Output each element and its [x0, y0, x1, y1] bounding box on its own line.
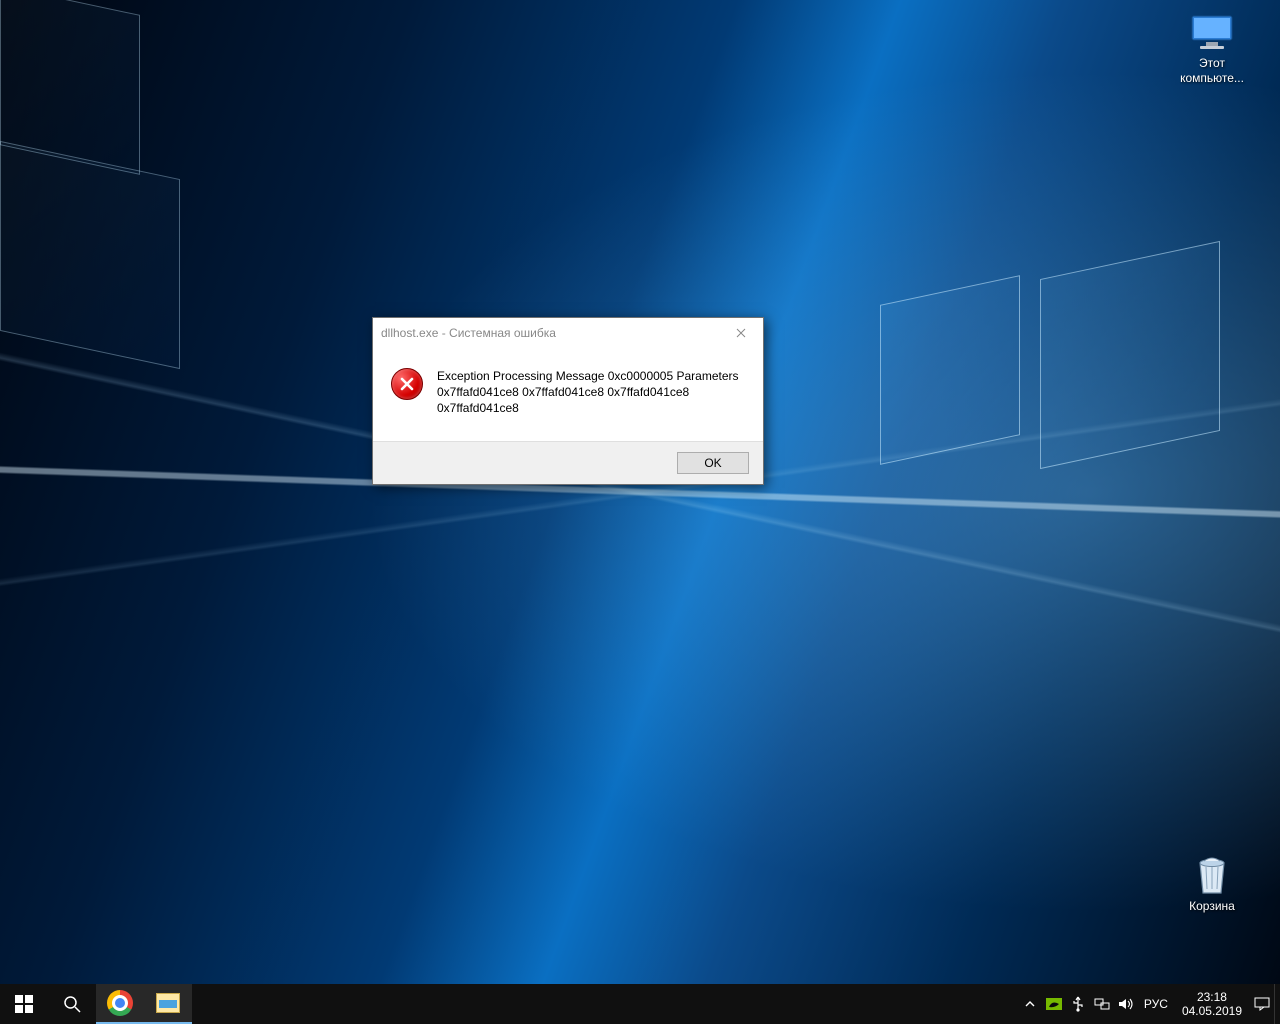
- dialog-title: dllhost.exe - Системная ошибка: [381, 326, 556, 340]
- network-icon: [1094, 997, 1110, 1011]
- wallpaper-rays: [0, 0, 1280, 984]
- desktop-icon-this-pc[interactable]: Этот компьюте...: [1170, 10, 1254, 86]
- taskbar-spacer: [192, 984, 1018, 1024]
- tray-volume[interactable]: [1114, 984, 1138, 1024]
- ok-button[interactable]: OK: [677, 452, 749, 474]
- taskbar-app-chrome[interactable]: [96, 984, 144, 1024]
- this-pc-icon: [1188, 10, 1236, 54]
- clock[interactable]: 23:18 04.05.2019: [1174, 984, 1250, 1024]
- dialog-message-line: Exception Processing Message 0xc0000005 …: [437, 368, 745, 384]
- language-indicator[interactable]: РУС: [1138, 984, 1174, 1024]
- desktop[interactable]: Этот компьюте... Корзина dllhost.exe - С…: [0, 0, 1280, 984]
- tray-network[interactable]: [1090, 984, 1114, 1024]
- file-explorer-icon: [156, 993, 180, 1013]
- windows-logo-icon: [15, 995, 33, 1013]
- usb-icon: [1071, 996, 1085, 1012]
- nvidia-icon: [1046, 998, 1062, 1010]
- show-desktop-button[interactable]: [1274, 984, 1280, 1024]
- desktop-icon-label: Корзина: [1189, 899, 1235, 914]
- taskbar-app-explorer[interactable]: [144, 984, 192, 1024]
- action-center-button[interactable]: [1250, 984, 1274, 1024]
- chevron-up-icon: [1025, 999, 1035, 1009]
- notification-icon: [1254, 997, 1270, 1011]
- desktop-icon-label: Этот компьюте...: [1170, 56, 1254, 86]
- dialog-footer: OK: [373, 441, 763, 484]
- clock-date: 04.05.2019: [1182, 1004, 1242, 1018]
- chrome-icon: [107, 990, 133, 1016]
- system-tray: РУС 23:18 04.05.2019: [1018, 984, 1280, 1024]
- wallpaper-panes: [0, 0, 1280, 984]
- search-icon: [63, 995, 81, 1013]
- dialog-message-line: 0x7ffafd041ce8 0x7ffafd041ce8 0x7ffafd04…: [437, 384, 745, 416]
- close-button[interactable]: [718, 318, 763, 348]
- clock-time: 23:18: [1197, 990, 1227, 1004]
- search-button[interactable]: [48, 984, 96, 1024]
- error-dialog: dllhost.exe - Системная ошибка Exception…: [372, 317, 764, 485]
- tray-usb[interactable]: [1066, 984, 1090, 1024]
- volume-icon: [1118, 997, 1134, 1011]
- start-button[interactable]: [0, 984, 48, 1024]
- error-icon: [391, 368, 423, 400]
- desktop-icon-recycle-bin[interactable]: Корзина: [1170, 853, 1254, 914]
- recycle-bin-icon: [1188, 853, 1236, 897]
- dialog-titlebar[interactable]: dllhost.exe - Системная ошибка: [373, 318, 763, 348]
- dialog-body: Exception Processing Message 0xc0000005 …: [373, 348, 763, 441]
- taskbar: РУС 23:18 04.05.2019: [0, 984, 1280, 1024]
- tray-overflow-button[interactable]: [1018, 984, 1042, 1024]
- dialog-message: Exception Processing Message 0xc0000005 …: [437, 368, 745, 417]
- tray-nvidia[interactable]: [1042, 984, 1066, 1024]
